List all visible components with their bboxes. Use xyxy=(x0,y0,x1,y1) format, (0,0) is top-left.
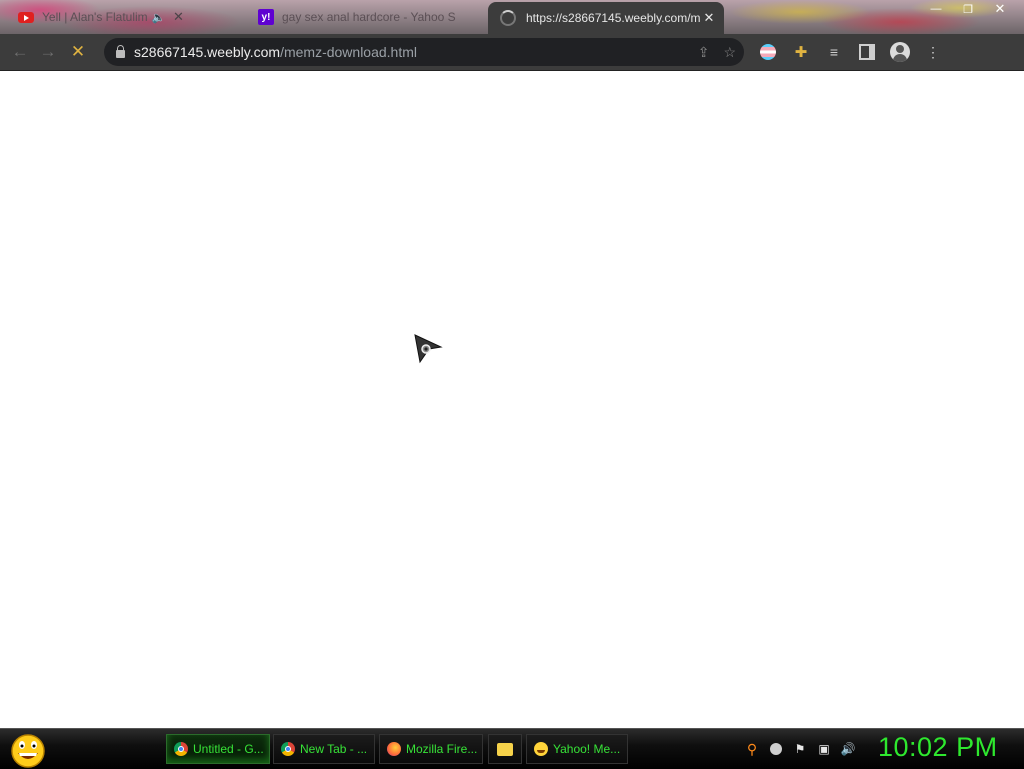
extension-flag-button[interactable] xyxy=(758,42,778,62)
messenger-tray-icon[interactable] xyxy=(768,741,784,757)
forward-button[interactable]: → xyxy=(34,38,62,66)
firefox-icon xyxy=(387,742,401,756)
youtube-icon xyxy=(18,11,34,23)
tab-weebly-active[interactable]: https://s28667145.weebly.com/m ✕ xyxy=(488,2,724,34)
extension-flag-icon xyxy=(760,44,776,60)
taskbar-button-folder[interactable] xyxy=(488,734,522,764)
taskbar: Untitled - G... New Tab - ... Mozilla Fi… xyxy=(0,728,1024,769)
arrow-right-icon: → xyxy=(39,42,57,61)
profile-icon xyxy=(890,42,910,62)
taskbar-button-label: Mozilla Fire... xyxy=(406,742,478,756)
back-button[interactable]: ← xyxy=(6,38,34,66)
yahoo-icon: y! xyxy=(258,9,274,25)
address-bar[interactable]: s28667145.weebly.com/memz-download.html … xyxy=(104,38,744,66)
close-icon[interactable]: ✕ xyxy=(171,9,185,24)
browser-tab-strip: Yell | Alan's Flatulim 🔈 ✕ y! gay sex an… xyxy=(0,0,1024,34)
yahoo-messenger-icon xyxy=(534,742,548,756)
maximize-button[interactable]: ❐ xyxy=(952,0,984,18)
page-content xyxy=(0,71,1024,728)
close-icon[interactable]: ✕ xyxy=(702,10,716,25)
taskbar-button-new-tab[interactable]: New Tab - ... xyxy=(273,734,375,764)
tab-title: gay sex anal hardcore - Yahoo S xyxy=(282,10,456,24)
share-icon[interactable]: ⇪ xyxy=(698,44,710,61)
arrow-left-icon: ← xyxy=(11,42,29,61)
url-host: s28667145.weebly.com xyxy=(134,44,281,60)
side-panel-icon xyxy=(859,44,875,60)
tab-title: Yell | Alan's Flatulim xyxy=(42,10,148,24)
side-panel-button[interactable] xyxy=(857,42,877,62)
start-button-smiley-icon[interactable] xyxy=(8,732,48,768)
speaker-icon[interactable]: 🔈 xyxy=(152,11,166,24)
search-icon[interactable]: ⚲ xyxy=(744,741,760,757)
media-queue-icon[interactable]: ≡ xyxy=(824,42,844,62)
close-window-button[interactable]: ✕ xyxy=(984,0,1016,18)
taskbar-button-yahoo-messenger[interactable]: Yahoo! Me... xyxy=(526,734,628,764)
toolbar-icons: ✚ ≡ ⋮ xyxy=(758,42,943,62)
lock-icon[interactable] xyxy=(116,44,125,58)
chrome-icon xyxy=(281,742,295,756)
extensions-puzzle-icon[interactable]: ✚ xyxy=(791,42,811,62)
chrome-icon xyxy=(174,742,188,756)
omnibox-actions: ⇪ ☆ xyxy=(698,38,736,66)
folder-icon xyxy=(497,742,513,756)
url-path: /memz-download.html xyxy=(280,44,417,60)
taskbar-clock[interactable]: 10:02 PM xyxy=(878,732,998,763)
bookmark-star-icon[interactable]: ☆ xyxy=(723,44,736,61)
system-tray: ⚲ ⚑ ▣ 🔊 xyxy=(744,737,856,761)
browser-toolbar: ← → ✕ s28667145.weebly.com/memz-download… xyxy=(0,34,1024,71)
profile-button[interactable] xyxy=(890,42,910,62)
window-controls: — ❐ ✕ xyxy=(920,0,1016,18)
action-center-flag-icon[interactable]: ⚑ xyxy=(792,741,808,757)
taskbar-button-firefox[interactable]: Mozilla Fire... xyxy=(379,734,483,764)
tab-youtube[interactable]: Yell | Alan's Flatulim 🔈 ✕ xyxy=(14,4,250,30)
stop-x-icon: ✕ xyxy=(70,42,86,61)
menu-icon[interactable]: ⋮ xyxy=(923,42,943,62)
taskbar-button-untitled[interactable]: Untitled - G... xyxy=(166,734,270,764)
mouse-cursor-icon xyxy=(414,334,443,364)
taskbar-button-label: Untitled - G... xyxy=(193,742,264,756)
volume-icon[interactable]: 🔊 xyxy=(840,741,856,757)
tab-title: https://s28667145.weebly.com/m xyxy=(526,11,701,25)
loading-spinner-icon xyxy=(500,10,516,26)
network-icon[interactable]: ▣ xyxy=(816,741,832,757)
minimize-button[interactable]: — xyxy=(920,0,952,18)
stop-loading-button[interactable]: ✕ xyxy=(64,38,92,66)
taskbar-button-label: Yahoo! Me... xyxy=(553,742,621,756)
tab-yahoo-search[interactable]: y! gay sex anal hardcore - Yahoo S xyxy=(254,4,482,30)
taskbar-button-label: New Tab - ... xyxy=(300,742,368,756)
